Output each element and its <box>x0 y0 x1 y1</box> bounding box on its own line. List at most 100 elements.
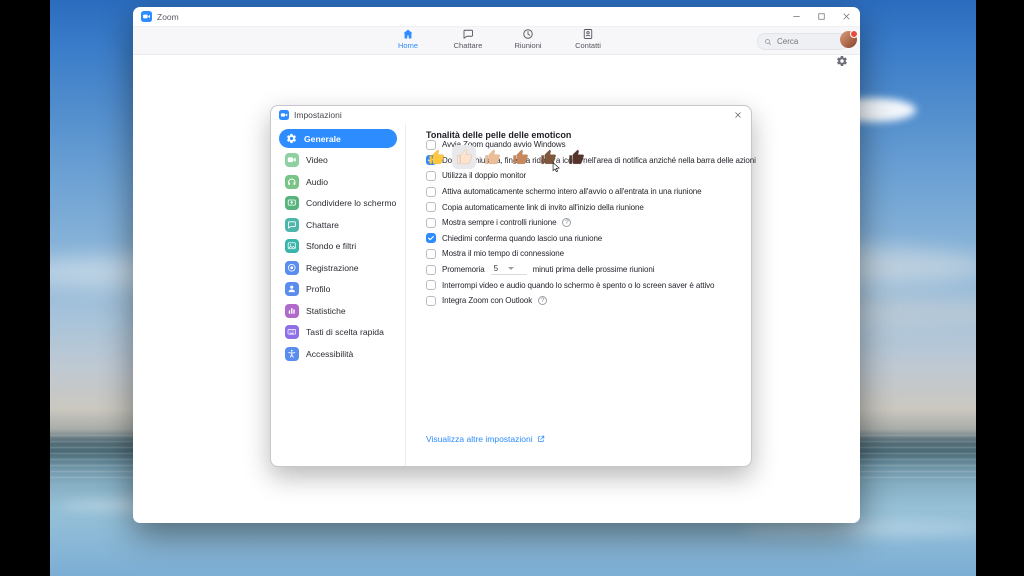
option-suffix: minuti prima delle prossime riunioni <box>533 265 655 274</box>
checkbox[interactable] <box>426 233 436 243</box>
sidebar-item-profilo[interactable]: Profilo <box>279 280 397 299</box>
settings-dialog: Impostazioni Generale Video Audio Condivide… <box>270 105 752 467</box>
view-more-settings-link[interactable]: Visualizza altre impostazioni <box>426 434 545 444</box>
reminder-minutes-value: 5 <box>494 264 498 273</box>
option-row-utilizza-il-doppio-monitor: Utilizza il doppio monitor <box>426 168 743 184</box>
sidebar-item-registrazione[interactable]: Registrazione <box>279 258 397 277</box>
keyboard-icon <box>285 325 299 339</box>
gear-icon <box>285 132 297 146</box>
maximize-button[interactable] <box>816 11 827 22</box>
clock-icon <box>522 28 534 40</box>
emoji-tone-3[interactable] <box>480 145 504 169</box>
headset-icon <box>285 175 299 189</box>
thumbs-up-icon <box>428 149 445 166</box>
sidebar-item-generale[interactable]: Generale <box>279 129 397 148</box>
emoji-tone-1[interactable] <box>424 145 448 169</box>
dialog-titlebar: Impostazioni <box>271 106 751 124</box>
zoom-logo-icon <box>141 11 152 22</box>
zoom-logo-icon <box>279 110 289 120</box>
titlebar: Zoom <box>133 7 860 26</box>
sidebar-item-label: Sfondo e filtri <box>306 241 356 251</box>
sidebar-item-label: Video <box>306 155 328 165</box>
home-icon <box>402 28 414 40</box>
dialog-title: Impostazioni <box>294 110 342 120</box>
sidebar-item-label: Accessibilità <box>306 349 353 359</box>
tab-label: Chattare <box>454 41 483 50</box>
emoji-tone-4[interactable] <box>508 145 532 169</box>
sidebar-item-accessibilit[interactable]: Accessibilità <box>279 344 397 363</box>
tab-riunioni[interactable]: Riunioni <box>498 28 558 50</box>
help-icon[interactable]: ? <box>562 218 571 227</box>
reminder-minutes-dropdown[interactable]: 5 <box>491 264 527 275</box>
external-link-icon <box>537 435 545 443</box>
checkbox[interactable] <box>426 296 436 306</box>
main-navbar: Home Chattare Riunioni Contatti <box>133 26 860 55</box>
checkbox[interactable] <box>426 202 436 212</box>
minimize-button[interactable] <box>791 11 802 22</box>
sidebar-item-label: Statistiche <box>306 306 346 316</box>
sidebar-item-sfondo-e-filtri[interactable]: Sfondo e filtri <box>279 237 397 256</box>
checkbox[interactable] <box>426 171 436 181</box>
thumbs-up-icon <box>456 149 473 166</box>
checkbox[interactable] <box>426 265 436 275</box>
option-row-chiedimi-conferma-quando-lascio-una-riun: Chiedimi conferma quando lascio una riun… <box>426 231 743 247</box>
sidebar-item-condividere-lo-schermo[interactable]: Condividere lo schermo <box>279 194 397 213</box>
emoji-tone-2[interactable] <box>452 145 476 169</box>
view-more-settings-label: Visualizza altre impostazioni <box>426 434 533 444</box>
option-label: Copia automaticamente link di invito all… <box>442 203 644 212</box>
window-controls <box>791 11 852 22</box>
camera-icon <box>285 153 299 167</box>
sidebar-item-audio[interactable]: Audio <box>279 172 397 191</box>
avatar[interactable] <box>840 31 857 48</box>
sidebar-item-label: Tasti di scelta rapida <box>306 327 384 337</box>
sidebar-item-label: Audio <box>306 177 328 187</box>
notification-dot <box>850 30 858 38</box>
help-icon[interactable]: ? <box>538 296 547 305</box>
thumbs-up-icon <box>568 149 585 166</box>
sidebar-item-statistiche[interactable]: Statistiche <box>279 301 397 320</box>
dialog-close-icon[interactable] <box>733 110 743 120</box>
option-label: Integra Zoom con Outlook <box>442 296 532 305</box>
emoji-tone-5[interactable] <box>536 145 560 169</box>
mouse-cursor-icon <box>551 162 562 173</box>
chart-icon <box>285 304 299 318</box>
sidebar-item-chattare[interactable]: Chattare <box>279 215 397 234</box>
option-row-copia-automaticamente-link-di-invito-all: Copia automaticamente link di invito all… <box>426 199 743 215</box>
search-icon <box>764 38 772 46</box>
person-icon <box>285 282 299 296</box>
search-box[interactable] <box>757 33 848 50</box>
nav-tabs: Home Chattare Riunioni Contatti <box>378 28 618 50</box>
sidebar-item-tasti-di-scelta-rapida[interactable]: Tasti di scelta rapida <box>279 323 397 342</box>
option-row-attiva-automaticamente-schermo-intero-al: Attiva automaticamente schermo intero al… <box>426 184 743 200</box>
general-settings-panel: Avvia Zoom quando avvio WindowsDopo la c… <box>421 124 743 466</box>
tab-chattare[interactable]: Chattare <box>438 28 498 50</box>
tab-home[interactable]: Home <box>378 28 438 50</box>
option-label: Attiva automaticamente schermo intero al… <box>442 187 702 196</box>
checkbox[interactable] <box>426 249 436 259</box>
search-input[interactable] <box>775 36 829 47</box>
tab-label: Riunioni <box>514 41 541 50</box>
tab-contatti[interactable]: Contatti <box>558 28 618 50</box>
sidebar-item-label: Condividere lo schermo <box>306 198 396 208</box>
sidebar-item-video[interactable]: Video <box>279 151 397 170</box>
close-button[interactable] <box>841 11 852 22</box>
settings-sidebar: Generale Video Audio Condividere lo schermo… <box>271 124 405 466</box>
window-title: Zoom <box>157 12 179 22</box>
thumbs-up-icon <box>512 149 529 166</box>
option-row-mostra-sempre-i-controlli-riunione: Mostra sempre i controlli riunione? <box>426 215 743 231</box>
option-label: Mostra sempre i controlli riunione <box>442 218 556 227</box>
emoji-tone-6[interactable] <box>564 145 588 169</box>
checkbox[interactable] <box>426 280 436 290</box>
image-icon <box>285 239 299 253</box>
dialog-body: Generale Video Audio Condividere lo schermo… <box>271 124 751 466</box>
sidebar-item-label: Chattare <box>306 220 339 230</box>
option-label: Utilizza il doppio monitor <box>442 171 526 180</box>
checkbox[interactable] <box>426 187 436 197</box>
option-label: Interrompi video e audio quando lo scher… <box>442 281 714 290</box>
settings-gear-icon[interactable] <box>836 55 848 67</box>
checkbox[interactable] <box>426 218 436 228</box>
option-row-promemoria: Promemoria5minuti prima delle prossime r… <box>426 262 743 278</box>
tab-label: Home <box>398 41 418 50</box>
screenshare-icon <box>285 196 299 210</box>
chatbubble-icon <box>285 218 299 232</box>
